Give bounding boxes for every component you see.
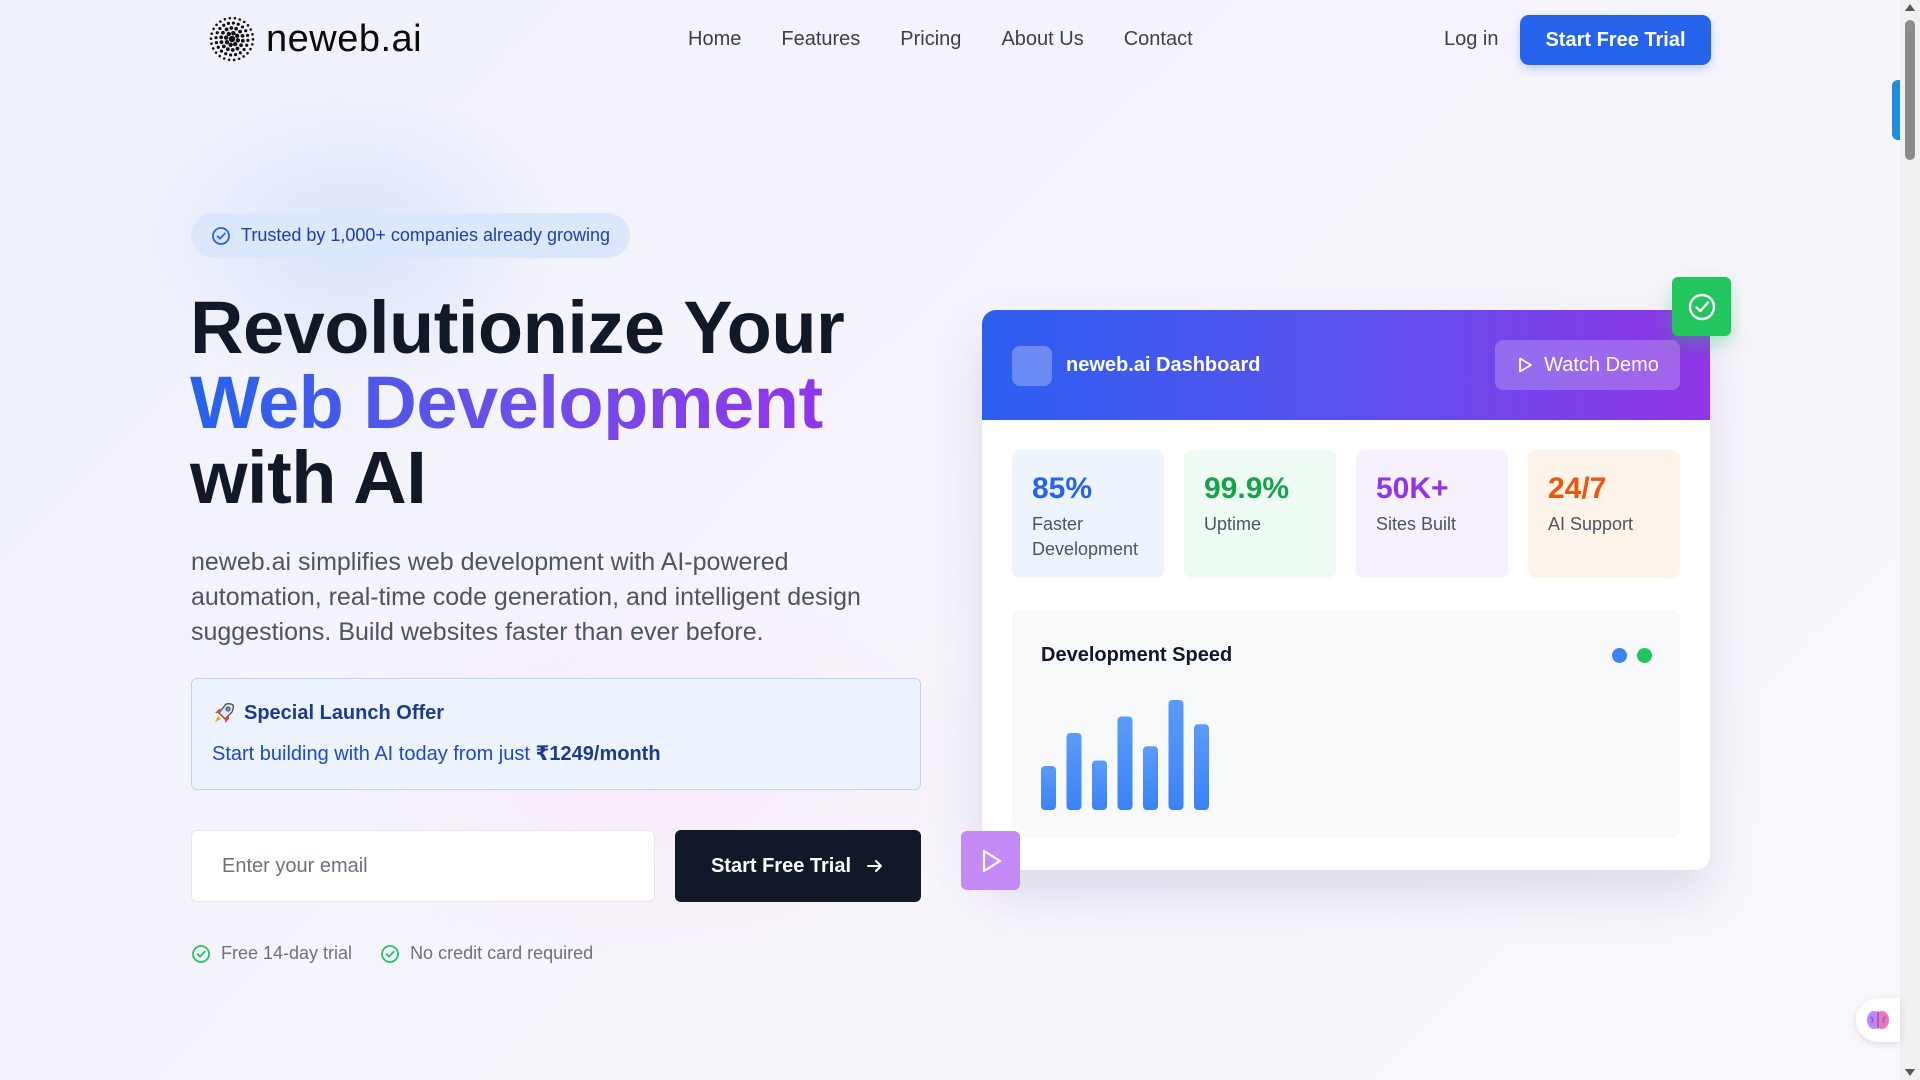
stat-label: AI Support (1548, 514, 1634, 534)
nav-link-pricing[interactable]: Pricing (900, 28, 961, 51)
trial-features: Free 14-day trial No credit card require… (191, 943, 593, 964)
scroll-down-arrow[interactable] (1905, 1069, 1915, 1076)
stat-value: 99.9% (1204, 472, 1290, 505)
stat-value: 85% (1032, 472, 1093, 505)
stat-label: Sites Built (1376, 514, 1457, 534)
chart-bar (1168, 700, 1184, 810)
brain-icon (1867, 1011, 1889, 1029)
feature-label: No credit card required (410, 943, 594, 963)
development-speed-chart: Development Speed (1012, 610, 1680, 838)
rocket-icon (215, 703, 234, 723)
offer-title: Special Launch Offer (244, 701, 445, 724)
start-trial-label: Start Free Trial (710, 854, 852, 877)
chart-bar (1066, 733, 1082, 810)
check-circle-icon (381, 944, 399, 963)
play-icon (1519, 357, 1532, 373)
chart-bar (1092, 760, 1107, 810)
start-trial-button[interactable]: Start Free Trial (675, 830, 921, 902)
stat-label: Uptime (1204, 514, 1262, 534)
stats-row: 85% Faster Development 99.9% Uptime 50K+… (1012, 450, 1680, 578)
bar-chart (1041, 700, 1209, 810)
ai-assistant-button[interactable] (1856, 998, 1900, 1042)
legend-dot-green (1637, 648, 1652, 663)
nav-link-contact[interactable]: Contact (1124, 28, 1193, 51)
feature-label: Free 14-day trial (221, 943, 353, 963)
hero-title-highlight: Web Development (190, 365, 844, 440)
offer-description: Start building with AI today from just (212, 743, 536, 765)
stat-label: Faster Development (1032, 514, 1139, 559)
offer-price: ₹1249/month (535, 743, 661, 765)
chart-legend (1612, 648, 1652, 663)
nav-links: Home Features Pricing About Us Contact (688, 28, 1193, 51)
success-check-badge (1672, 277, 1731, 336)
chart-bar (1143, 746, 1158, 810)
feature-item: Free 14-day trial (191, 943, 352, 964)
stat-card: 24/7 AI Support (1528, 450, 1680, 578)
chart-bar (1117, 716, 1133, 810)
dashboard-preview: neweb.ai Dashboard Watch Demo 85% Faster… (982, 310, 1710, 870)
chart-bar (1194, 724, 1209, 810)
watch-demo-button[interactable]: Watch Demo (1495, 340, 1680, 390)
scroll-thumb[interactable] (1905, 20, 1915, 160)
launch-offer-box: Special Launch Offer Start building with… (191, 678, 921, 790)
play-icon (982, 849, 1001, 872)
trust-badge: Trusted by 1,000+ companies already grow… (191, 213, 631, 258)
stat-card: 50K+ Sites Built (1356, 450, 1508, 578)
stat-value: 50K+ (1376, 472, 1449, 505)
logo[interactable]: neweb.ai (206, 14, 422, 64)
offer-text: Start building with AI today from just ₹… (212, 741, 900, 766)
check-circle-icon (1688, 293, 1715, 320)
hero-description: neweb.ai simplifies web development with… (191, 548, 861, 646)
hero-title-line: Revolutionize Your (190, 286, 845, 369)
check-circle-icon (192, 944, 210, 963)
chart-title: Development Speed (1041, 644, 1233, 666)
hero-title: Revolutionize Your Web Development with … (190, 286, 845, 519)
watch-demo-label: Watch Demo (1544, 353, 1659, 376)
nav-link-home[interactable]: Home (688, 28, 741, 51)
nav-link-about[interactable]: About Us (1001, 28, 1083, 51)
hero-title-line: with AI (190, 436, 427, 519)
stat-value: 24/7 (1548, 472, 1607, 505)
floating-play-button[interactable] (961, 831, 1020, 890)
email-input[interactable] (191, 830, 655, 902)
trust-badge-text: Trusted by 1,000+ companies already grow… (241, 225, 611, 245)
top-navigation: neweb.ai Home Features Pricing About Us … (0, 0, 1900, 82)
stat-card: 85% Faster Development (1012, 450, 1164, 578)
chart-bar (1041, 766, 1056, 810)
start-trial-nav-button[interactable]: Start Free Trial (1520, 15, 1711, 65)
legend-dot-blue (1612, 648, 1627, 663)
scrollbar[interactable] (1900, 0, 1920, 1080)
offer-heading: Special Launch Offer (212, 701, 900, 725)
nav-link-features[interactable]: Features (781, 28, 860, 51)
check-circle-icon (212, 226, 230, 245)
arrow-right-icon (867, 860, 883, 872)
dashboard-header: neweb.ai Dashboard Watch Demo (982, 310, 1710, 420)
feature-item: No credit card required (380, 943, 593, 964)
stat-card: 99.9% Uptime (1184, 450, 1336, 578)
scroll-up-arrow[interactable] (1905, 4, 1915, 11)
logo-dots-icon (209, 16, 255, 62)
logo-text: neweb.ai (266, 17, 423, 60)
dashboard-title: neweb.ai Dashboard (1066, 354, 1261, 376)
dashboard-logo (1012, 346, 1052, 386)
login-link[interactable]: Log in (1444, 28, 1499, 51)
